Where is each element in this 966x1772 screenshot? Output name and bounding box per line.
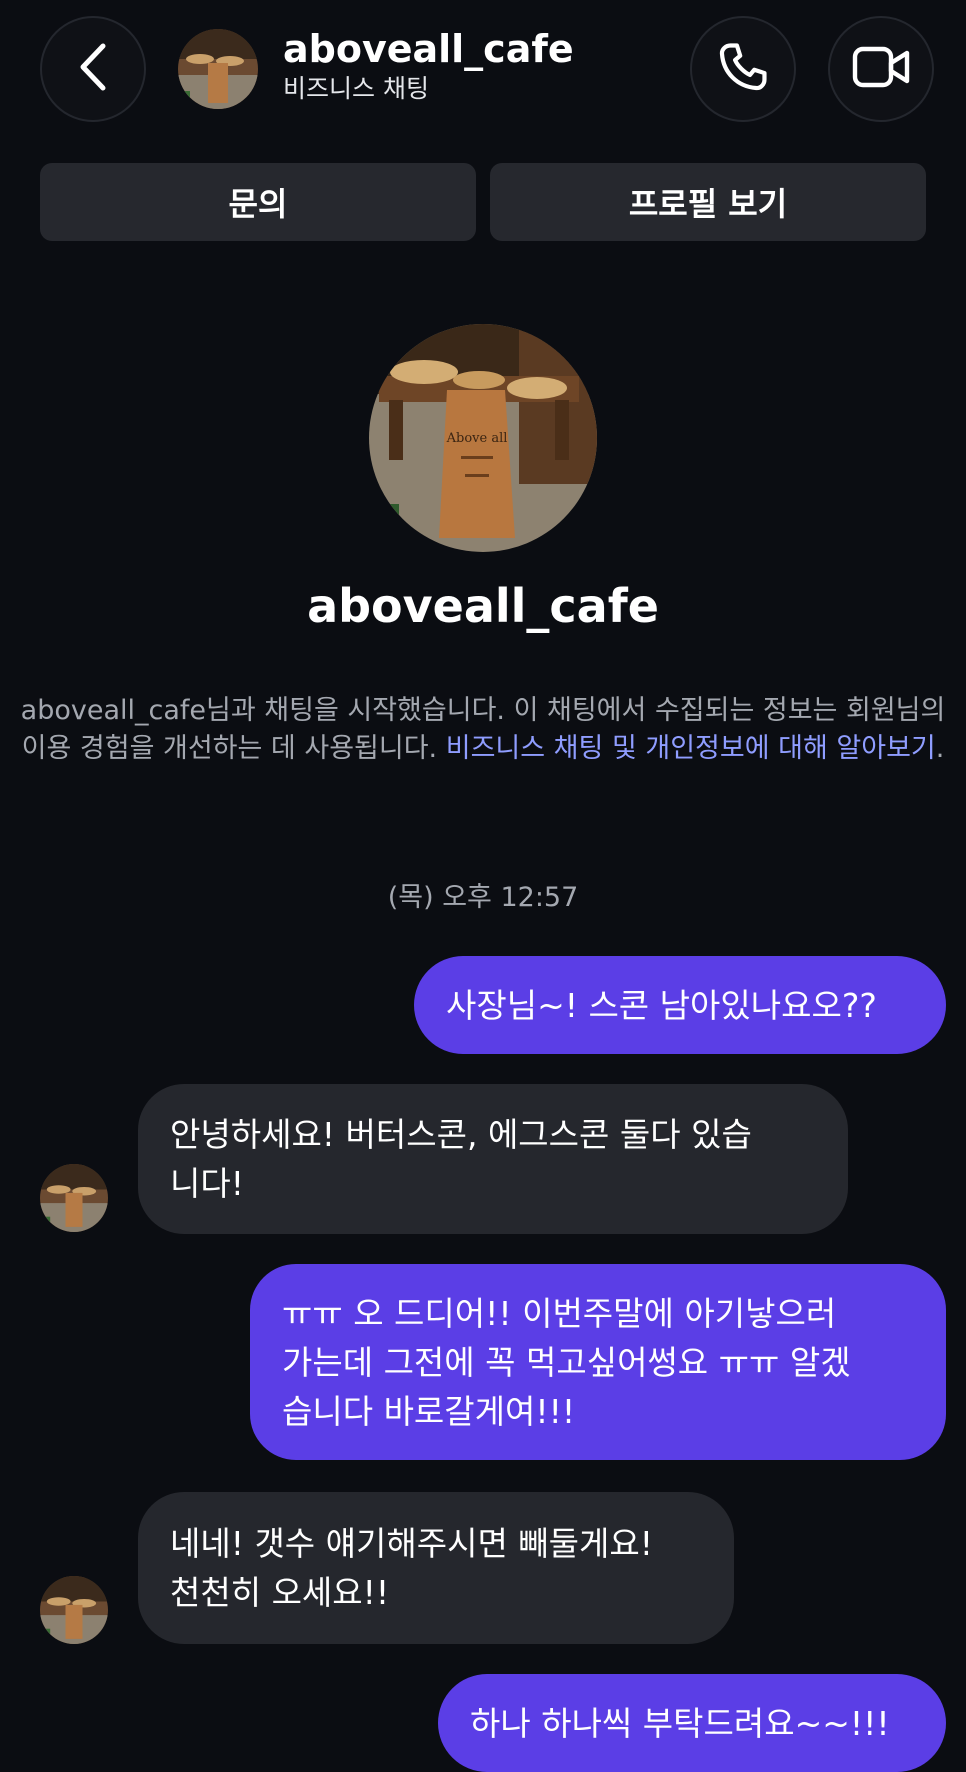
message-text: ㅠㅠ 오 드디어!! 이번주말에 아기낳으러 가는데 그전에 꼭 먹고싶어썽요 … (282, 1293, 851, 1431)
view-profile-button[interactable]: 프로필 보기 (490, 163, 926, 241)
profile-avatar[interactable]: Above all (369, 324, 597, 552)
phone-icon (715, 39, 771, 99)
back-button[interactable] (40, 16, 146, 122)
sender-avatar[interactable] (40, 1576, 108, 1644)
intro-end: . (935, 733, 945, 764)
inquiry-button[interactable]: 문의 (40, 163, 476, 241)
chevron-left-icon (73, 42, 113, 96)
sign-lettering: Above all (446, 431, 508, 446)
message-text: 하나 하나씩 부탁드려요~~!!! (470, 1703, 890, 1743)
chat-intro-notice: aboveall_cafe님과 채팅을 시작했습니다. 이 채팅에서 수집되는 … (20, 692, 946, 768)
video-camera-icon (851, 43, 911, 95)
header-avatar[interactable] (178, 29, 258, 109)
outgoing-message[interactable]: ㅠㅠ 오 드디어!! 이번주말에 아기낳으러 가는데 그전에 꼭 먹고싶어썽요 … (250, 1264, 946, 1460)
incoming-message[interactable]: 네네! 갯수 얘기해주시면 빼둘게요! 천천히 오세요!! (138, 1492, 734, 1644)
message-timestamp: (목) 오후 12:57 (387, 882, 579, 913)
call-button[interactable] (690, 16, 796, 122)
header-subtitle: 비즈니스 채팅 (283, 74, 429, 103)
chat-header: aboveall_cafe 비즈니스 채팅 (0, 0, 966, 140)
video-call-button[interactable] (828, 16, 934, 122)
sender-avatar[interactable] (40, 1164, 108, 1232)
header-title-group[interactable]: aboveall_cafe 비즈니스 채팅 (283, 26, 574, 106)
incoming-message[interactable]: 안녕하세요! 버터스콘, 에그스콘 둘다 있습 니다! (138, 1084, 848, 1234)
message-text: 네네! 갯수 얘기해주시면 빼둘게요! 천천히 오세요!! (170, 1524, 653, 1612)
outgoing-message[interactable]: 하나 하나씩 부탁드려요~~!!! (438, 1674, 946, 1772)
outgoing-message[interactable]: 사장님~! 스콘 남아있나요오?? (414, 956, 946, 1054)
message-text: 사장님~! 스콘 남아있나요오?? (446, 985, 877, 1025)
profile-name: aboveall_cafe (307, 579, 659, 633)
privacy-learn-more-link[interactable]: 비즈니스 채팅 및 개인정보에 대해 알아보기 (446, 733, 936, 764)
header-title: aboveall_cafe (283, 27, 574, 71)
message-text: 안녕하세요! 버터스콘, 에그스콘 둘다 있습 니다! (170, 1115, 752, 1203)
